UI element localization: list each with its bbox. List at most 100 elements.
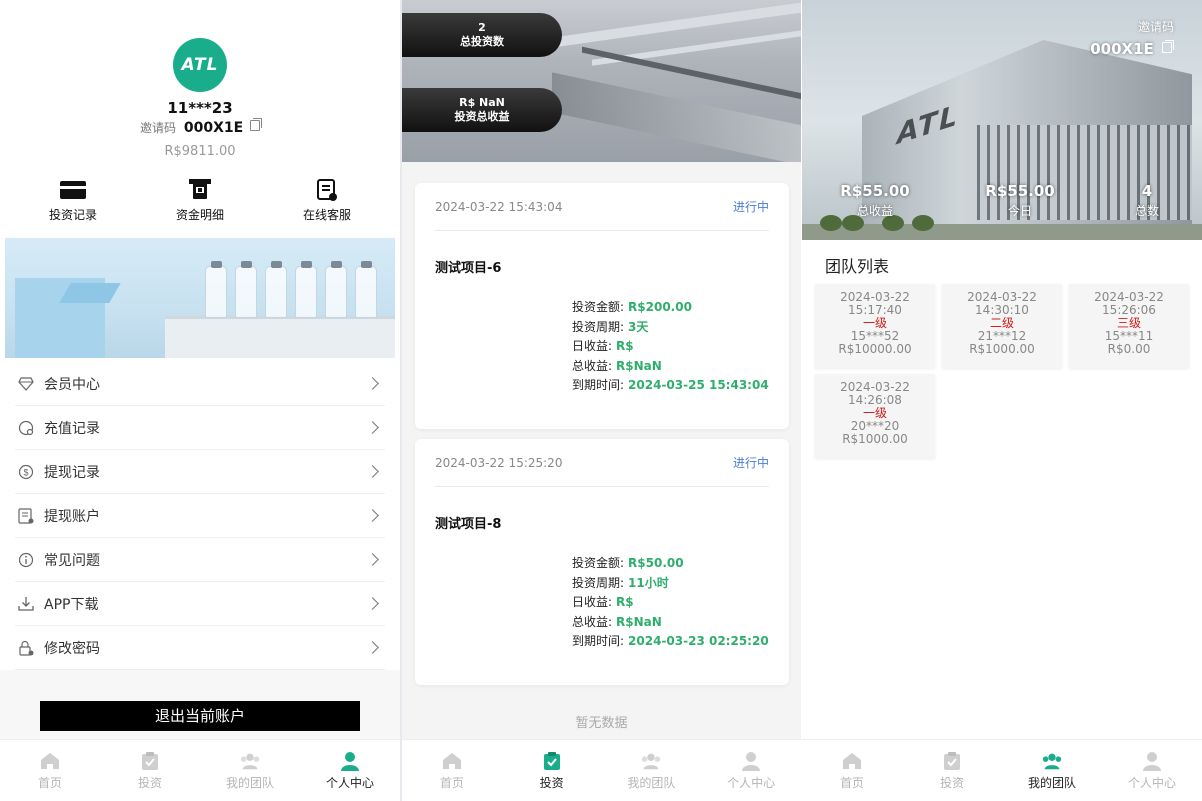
team-icon [1041,751,1063,771]
download-icon [17,595,35,613]
menu-item-label: APP下载 [44,596,99,613]
investment-card[interactable]: 2024-03-22 15:25:20 进行中 测试项目-8 投资金额: R$50… [415,439,789,685]
menu-item-recharge-records[interactable]: 充值记录 [15,406,385,450]
quick-action-label: 在线客服 [302,208,351,222]
tab-personal-center[interactable]: 个人中心 [1102,740,1202,801]
tab-home[interactable]: 首页 [402,740,502,801]
stat-label: 总数 [1134,204,1159,218]
tab-label: 个人中心 [325,775,374,790]
tree-decor [912,215,934,231]
stat-total-income: R$55.00 总收益 [840,182,910,219]
team-member-card[interactable]: 2024-03-22 14:30:10 二级 21***12 R$1000.00 [942,284,1062,368]
avatar: ATL [173,38,227,92]
copy-icon[interactable] [250,118,262,131]
tab-invest[interactable]: 投资 [100,740,200,801]
stat-value: R$55.00 [985,182,1055,200]
investment-details: 投资金额: R$50.00 投资周期: 11小时 日收益: R$ 总收益: R$NaN … [572,554,769,652]
detail-total: 总收益: R$NaN [572,614,662,629]
quick-fund-details[interactable]: 资金明细 [150,178,250,223]
investment-date: 2024-03-22 15:43:04 [435,199,563,214]
diamond-icon [17,375,35,393]
card-icon [59,178,87,202]
quick-online-service[interactable]: 在线客服 [277,178,377,223]
settings-menu: 会员中心 充值记录 $ 提现记录 提现账户 常见问题 APP下载 修改密码 [15,362,385,670]
team-member-card[interactable]: 2024-03-22 15:17:40 一级 15***52 R$10000.0… [815,284,935,368]
team-member-card[interactable]: 2024-03-22 14:26:08 一级 20***20 R$1000.00 [815,374,935,458]
home-icon [441,751,463,771]
tab-personal-center[interactable]: 个人中心 [300,740,400,801]
team-member-card[interactable]: 2024-03-22 15:26:06 三级 15***11 R$0.00 [1069,284,1189,368]
member-amount: R$0.00 [1107,342,1151,356]
screens: ATL 11***23 邀请码 000X1E R$9811.00 投资记录 资金… [0,0,1202,801]
wallet-icon [186,178,214,202]
stat-value: 4 [1141,182,1153,200]
banner-machine-decor [165,316,395,358]
investment-date: 2024-03-22 15:25:20 [435,455,563,470]
lock-icon [17,639,35,657]
tab-label: 投资 [137,775,162,790]
tab-home[interactable]: 首页 [0,740,100,801]
copy-icon[interactable] [1162,40,1174,53]
bottle-decor [205,261,227,318]
menu-item-withdraw-account[interactable]: 提现账户 [15,494,385,538]
user-icon [740,751,762,771]
tab-home[interactable]: 首页 [802,740,902,801]
stat-count: 4 总数 [1127,182,1167,219]
home-icon [841,751,863,771]
team-invite-code-row: 000X1E [1090,40,1174,58]
recharge-icon [17,419,35,437]
promo-banner[interactable] [5,238,395,358]
dollar-icon: $ [17,463,35,481]
team-invite-code: 000X1E [1090,40,1154,58]
team-icon [239,751,261,771]
total-income-pill: R$ NaN 投资总收益 [402,88,562,132]
menu-item-label: 提现记录 [44,464,100,481]
team-hero: ATL 邀请码 000X1E R$55.00 总收益 R$55.00 今日 4 … [802,0,1202,240]
tree-decor [820,215,842,231]
logout-button[interactable]: 退出当前账户 [40,701,360,731]
tab-personal-center[interactable]: 个人中心 [701,740,801,801]
chevron-right-icon [366,509,379,522]
team-invite-label: 邀请码 [1137,20,1174,34]
tab-my-team[interactable]: 我的团队 [1002,740,1102,801]
investment-details: 投资金额: R$200.00 投资周期: 3天 日收益: R$ 总收益: R$NaN 到… [572,298,769,396]
member-amount: R$1000.00 [842,432,908,446]
menu-item-label: 提现账户 [44,508,100,525]
chevron-right-icon [366,641,379,654]
tab-my-team[interactable]: 我的团队 [200,740,300,801]
investment-hero: 2 总投资数 R$ NaN 投资总收益 [402,0,801,162]
investment-card[interactable]: 2024-03-22 15:43:04 进行中 测试项目-6 投资金额: R$20… [415,183,789,429]
tab-invest[interactable]: 投资 [502,740,602,801]
total-investments-label: 总投资数 [460,35,504,48]
chevron-right-icon [366,597,379,610]
tab-my-team[interactable]: 我的团队 [602,740,702,801]
investment-status: 进行中 [732,456,769,470]
bottle-decor [325,261,347,318]
svg-text:$: $ [23,467,28,477]
project-title: 测试项目-6 [435,261,502,276]
detail-amount: 投资金额: R$200.00 [572,300,692,314]
total-investments-value: 2 [478,21,486,34]
team-icon [640,751,662,771]
empty-state-text: 暂无数据 [575,716,628,731]
chevron-right-icon [366,377,379,390]
tab-label: 首页 [439,775,464,790]
menu-item-member-center[interactable]: 会员中心 [15,362,385,406]
member-amount: R$10000.00 [838,342,912,356]
investment-screen: 2 总投资数 R$ NaN 投资总收益 2024-03-22 15:43:04 … [402,0,801,801]
menu-item-change-password[interactable]: 修改密码 [15,626,385,670]
menu-item-app-download[interactable]: APP下载 [15,582,385,626]
menu-item-withdraw-records[interactable]: $ 提现记录 [15,450,385,494]
clipboard-icon [541,751,563,771]
bottle-decor [235,261,257,318]
tab-invest[interactable]: 投资 [902,740,1002,801]
quick-investment-records[interactable]: 投资记录 [23,178,123,223]
detail-total: 总收益: R$NaN [572,358,662,373]
card-header: 2024-03-22 15:43:04 进行中 [435,183,769,231]
invite-label: 邀请码 [140,121,177,135]
bottom-tab-bar: 首页 投资 我的团队 个人中心 [402,739,801,801]
investment-status: 进行中 [732,200,769,214]
detail-period: 投资周期: 3天 [572,319,649,334]
stat-today: R$55.00 今日 [985,182,1055,219]
menu-item-faq[interactable]: 常见问题 [15,538,385,582]
